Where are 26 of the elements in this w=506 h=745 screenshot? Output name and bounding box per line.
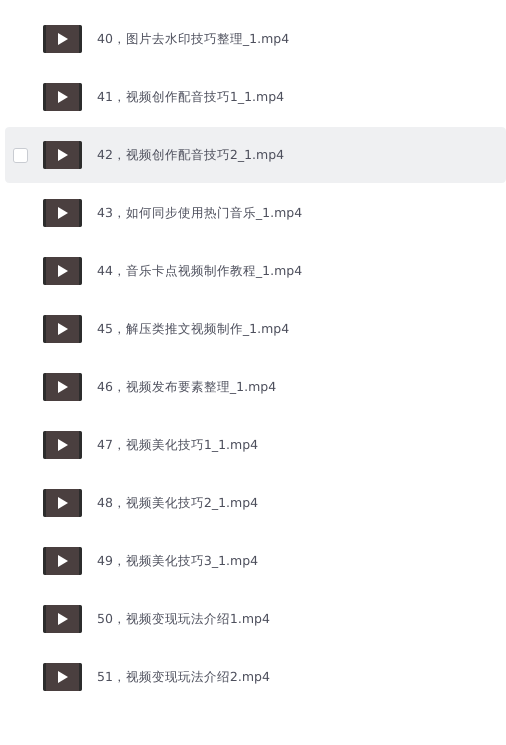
play-icon (58, 671, 68, 683)
play-icon (58, 439, 68, 451)
play-icon (58, 381, 68, 393)
play-icon (58, 33, 68, 45)
file-name[interactable]: 43，如何同步使用热门音乐_1.mp4 (97, 204, 302, 222)
play-icon (58, 555, 68, 567)
file-row-highlight[interactable]: 42，视频创作配音技巧2_1.mp4 (5, 127, 506, 183)
file-name[interactable]: 47，视频美化技巧1_1.mp4 (97, 436, 258, 454)
checkbox[interactable] (13, 148, 28, 162)
file-name[interactable]: 41，视频创作配音技巧1_1.mp4 (97, 88, 284, 106)
file-name[interactable]: 40，图片去水印技巧整理_1.mp4 (97, 30, 290, 48)
file-name[interactable]: 49，视频美化技巧3_1.mp4 (97, 552, 258, 570)
file-name[interactable]: 42，视频创作配音技巧2_1.mp4 (97, 146, 284, 164)
file-name[interactable]: 50，视频变现玩法介绍1.mp4 (97, 610, 270, 628)
file-name[interactable]: 51，视频变现玩法介绍2.mp4 (97, 668, 270, 686)
file-name[interactable]: 45，解压类推文视频制作_1.mp4 (97, 320, 290, 338)
file-name[interactable]: 44，音乐卡点视频制作教程_1.mp4 (97, 262, 302, 280)
play-icon (58, 613, 68, 625)
play-icon (58, 497, 68, 509)
play-icon (58, 149, 68, 161)
play-icon (58, 323, 68, 335)
play-icon (58, 91, 68, 103)
play-icon (58, 265, 68, 277)
file-name[interactable]: 46，视频发布要素整理_1.mp4 (97, 378, 276, 396)
play-icon (58, 207, 68, 219)
file-name[interactable]: 48，视频美化技巧2_1.mp4 (97, 494, 258, 512)
